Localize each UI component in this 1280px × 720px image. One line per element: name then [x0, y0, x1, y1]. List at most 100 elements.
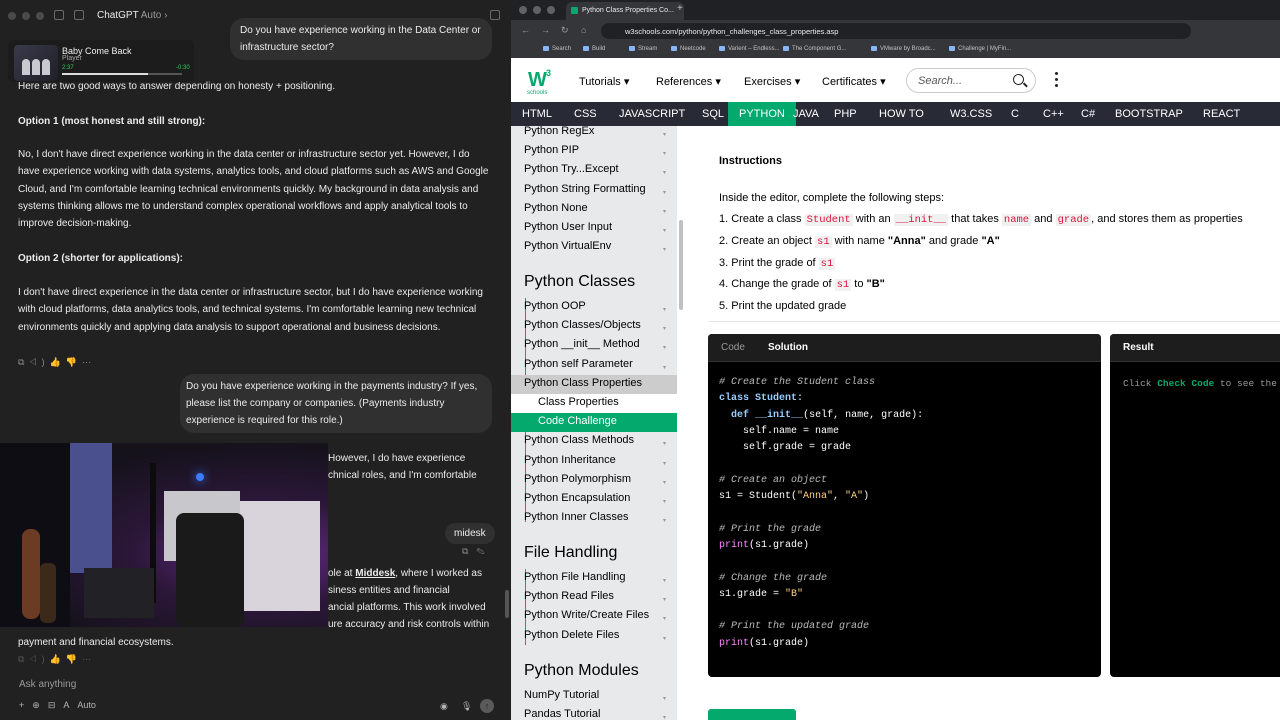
more-menu-icon[interactable]: [1055, 72, 1058, 90]
thumbs-up-icon[interactable]: 👍: [50, 654, 66, 664]
blue-light: [196, 473, 204, 481]
tab-code[interactable]: Code: [721, 342, 745, 353]
lang-html[interactable]: HTML: [511, 102, 563, 126]
lang-c-[interactable]: C#: [1070, 102, 1106, 126]
forward-icon[interactable]: →: [541, 25, 550, 35]
tab-solution[interactable]: Solution: [768, 342, 808, 353]
sidebar-item[interactable]: Python Class Methods: [511, 432, 677, 451]
edit-icon[interactable]: ✎: [476, 546, 492, 556]
nav-tutorials[interactable]: Tutorials ▾: [579, 75, 629, 88]
copy-icon[interactable]: ⧉: [18, 357, 29, 367]
globe-icon[interactable]: ⊕: [32, 700, 40, 710]
sidebar-item[interactable]: Python self Parameter: [511, 356, 677, 375]
sidebar-item[interactable]: NumPy Tutorial: [511, 687, 677, 706]
code-editor[interactable]: Code Solution # Create the Student class…: [708, 334, 1101, 677]
sidebar-item[interactable]: Python Polymorphism: [511, 471, 677, 490]
sidebar-item[interactable]: Python __init__ Method: [511, 336, 677, 355]
mode-label[interactable]: Auto: [77, 700, 96, 710]
bookmark-item[interactable]: Stream: [629, 46, 657, 52]
lang-how-to[interactable]: HOW TO: [868, 102, 935, 126]
close-window-button[interactable]: [8, 12, 16, 20]
lang-w3-css[interactable]: W3.CSS: [939, 102, 1003, 126]
track-progress[interactable]: [62, 73, 182, 75]
bookmark-item[interactable]: Search: [543, 46, 571, 52]
sidebar-item[interactable]: Pandas Tutorial: [511, 706, 677, 720]
lang-c-[interactable]: C++: [1032, 102, 1075, 126]
model-selector[interactable]: ChatGPT Auto ›: [97, 10, 167, 21]
thumbs-up-icon[interactable]: 👍: [50, 357, 66, 367]
lang-php[interactable]: PHP: [823, 102, 868, 126]
back-icon[interactable]: ←: [521, 25, 530, 35]
sidebar-item[interactable]: Python Read Files: [511, 588, 677, 607]
minimize-window-button[interactable]: [22, 12, 30, 20]
speaker-icon[interactable]: ◁): [29, 654, 49, 664]
sidebar-item[interactable]: Python Inheritance: [511, 452, 677, 471]
sidebar-item[interactable]: Python Write/Create Files: [511, 607, 677, 626]
reload-icon[interactable]: ↻: [561, 25, 569, 36]
lang-react[interactable]: REACT: [1192, 102, 1251, 126]
nav-certificates[interactable]: Certificates ▾: [822, 75, 886, 88]
chat-input[interactable]: Ask anything: [19, 679, 76, 690]
sidebar-subitem-class-properties[interactable]: Class Properties: [511, 394, 677, 413]
lang-css[interactable]: CSS: [563, 102, 608, 126]
sidebar-item[interactable]: Python Class Properties: [511, 374, 677, 394]
bookmark-item[interactable]: Varient – Endless...: [719, 46, 780, 52]
chat-scrollbar[interactable]: [505, 590, 509, 618]
copy-icon[interactable]: ⧉: [462, 546, 476, 556]
nav-references[interactable]: References ▾: [656, 75, 721, 88]
text-format-icon[interactable]: A: [63, 700, 69, 710]
bookmark-item[interactable]: Challenge | MyFin...: [949, 46, 1011, 52]
close-window-button[interactable]: [519, 6, 527, 14]
bookmark-item[interactable]: Build: [583, 46, 605, 52]
tools-icon[interactable]: ⊟: [48, 700, 56, 710]
lang-c[interactable]: C: [1000, 102, 1030, 126]
sidebar-item[interactable]: Python None: [511, 200, 677, 219]
sidebar-item[interactable]: Python OOP: [511, 298, 677, 317]
voice-mode-icon[interactable]: ◉: [440, 701, 448, 712]
sidebar-item[interactable]: Python Encapsulation: [511, 490, 677, 509]
more-icon[interactable]: ⋯: [82, 654, 96, 664]
bookmark-item[interactable]: The Component G...: [783, 46, 846, 52]
thumbs-down-icon[interactable]: 👎: [66, 357, 82, 367]
sidebar-item[interactable]: Python VirtualEnv: [511, 238, 677, 257]
chevron-down-icon: ▾: [663, 132, 667, 138]
check-code-button[interactable]: [708, 709, 796, 720]
speaker-icon[interactable]: ◁): [29, 357, 49, 367]
more-icon[interactable]: ⋯: [82, 357, 96, 367]
microphone-icon[interactable]: 🎙: [461, 701, 472, 712]
lang-javascript[interactable]: JAVASCRIPT: [608, 102, 696, 126]
bookmark-item[interactable]: VMware by Broadc...: [871, 46, 936, 52]
sidebar-toggle-icon[interactable]: [54, 10, 64, 20]
home-icon[interactable]: ⌂: [581, 25, 586, 35]
bookmark-item[interactable]: Neetcode: [671, 46, 706, 52]
sidebar-item[interactable]: Python Try...Except: [511, 161, 677, 180]
lang-bootstrap[interactable]: BOOTSTRAP: [1104, 102, 1194, 126]
sidebar-subitem-code-challenge[interactable]: Code Challenge: [511, 413, 677, 433]
new-chat-icon[interactable]: [74, 10, 84, 20]
search-icon[interactable]: [1013, 74, 1024, 85]
sidebar-item[interactable]: Python File Handling: [511, 569, 677, 588]
search-input[interactable]: Search...: [906, 68, 1036, 93]
url-bar[interactable]: w3schools.com/python/python_challenges_c…: [601, 23, 1191, 39]
send-button[interactable]: ↑: [480, 699, 494, 713]
sidebar-item[interactable]: Python RegEx: [511, 126, 677, 142]
plus-icon[interactable]: +: [19, 700, 24, 710]
nav-exercises[interactable]: Exercises ▾: [744, 75, 800, 88]
browser-tab[interactable]: Python Class Properties Co...: [566, 2, 684, 20]
solution-code[interactable]: # Create the Student class class Student…: [719, 375, 923, 652]
minimize-window-button[interactable]: [533, 6, 541, 14]
music-player-widget[interactable]: Baby Come Back Player 2:37 -0:30: [8, 40, 194, 82]
sidebar-item[interactable]: Python Inner Classes: [511, 509, 677, 528]
zoom-window-button[interactable]: [547, 6, 555, 14]
w3schools-logo[interactable]: W 3 schools: [524, 66, 556, 96]
sidebar-item[interactable]: Python PIP: [511, 142, 677, 161]
sidebar-item[interactable]: Python User Input: [511, 219, 677, 238]
thumbs-down-icon[interactable]: 👎: [66, 654, 82, 664]
sidebar-item[interactable]: Python Delete Files: [511, 627, 677, 646]
zoom-window-button[interactable]: [36, 12, 44, 20]
copy-icon[interactable]: ⧉: [18, 654, 29, 664]
share-icon[interactable]: [490, 10, 500, 20]
sidebar-item[interactable]: Python Classes/Objects: [511, 317, 677, 336]
sidebar-item[interactable]: Python String Formatting: [511, 181, 677, 200]
new-tab-button[interactable]: +: [677, 3, 683, 14]
